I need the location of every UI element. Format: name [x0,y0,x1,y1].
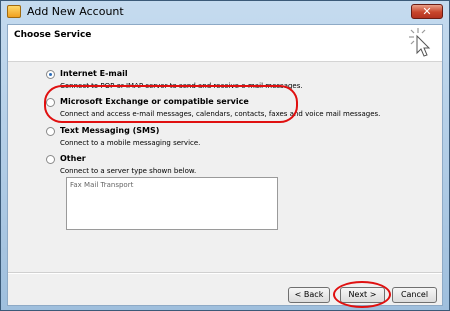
option-label: Internet E-mail [60,69,128,78]
outlook-icon [7,5,21,18]
radio-internet-email[interactable] [46,70,55,79]
add-new-account-window: Add New Account ✕ Choose Service Interne… [0,0,450,311]
cancel-button[interactable]: Cancel [392,287,437,303]
cursor-click-icon [409,28,431,57]
title-bar[interactable]: Add New Account ✕ [1,1,449,23]
wizard-content: Choose Service Internet E-mail Connect t… [7,24,443,308]
other-server-list[interactable]: Fax Mail Transport [66,177,278,230]
button-divider [8,272,442,274]
list-item[interactable]: Fax Mail Transport [70,181,133,189]
back-button[interactable]: < Back [288,287,330,303]
radio-text-messaging[interactable] [46,127,55,136]
close-button[interactable]: ✕ [411,4,443,19]
next-button-highlight [333,281,391,308]
window-title: Add New Account [27,5,124,18]
option-label: Text Messaging (SMS) [60,126,160,135]
option-description: Connect to a mobile messaging service. [60,139,201,147]
wizard-header: Choose Service [8,25,442,62]
radio-other[interactable] [46,155,55,164]
option-label: Other [60,154,86,163]
page-title: Choose Service [14,30,92,40]
option-description: Connect to a server type shown below. [60,167,197,175]
internet-email-highlight [44,85,298,123]
